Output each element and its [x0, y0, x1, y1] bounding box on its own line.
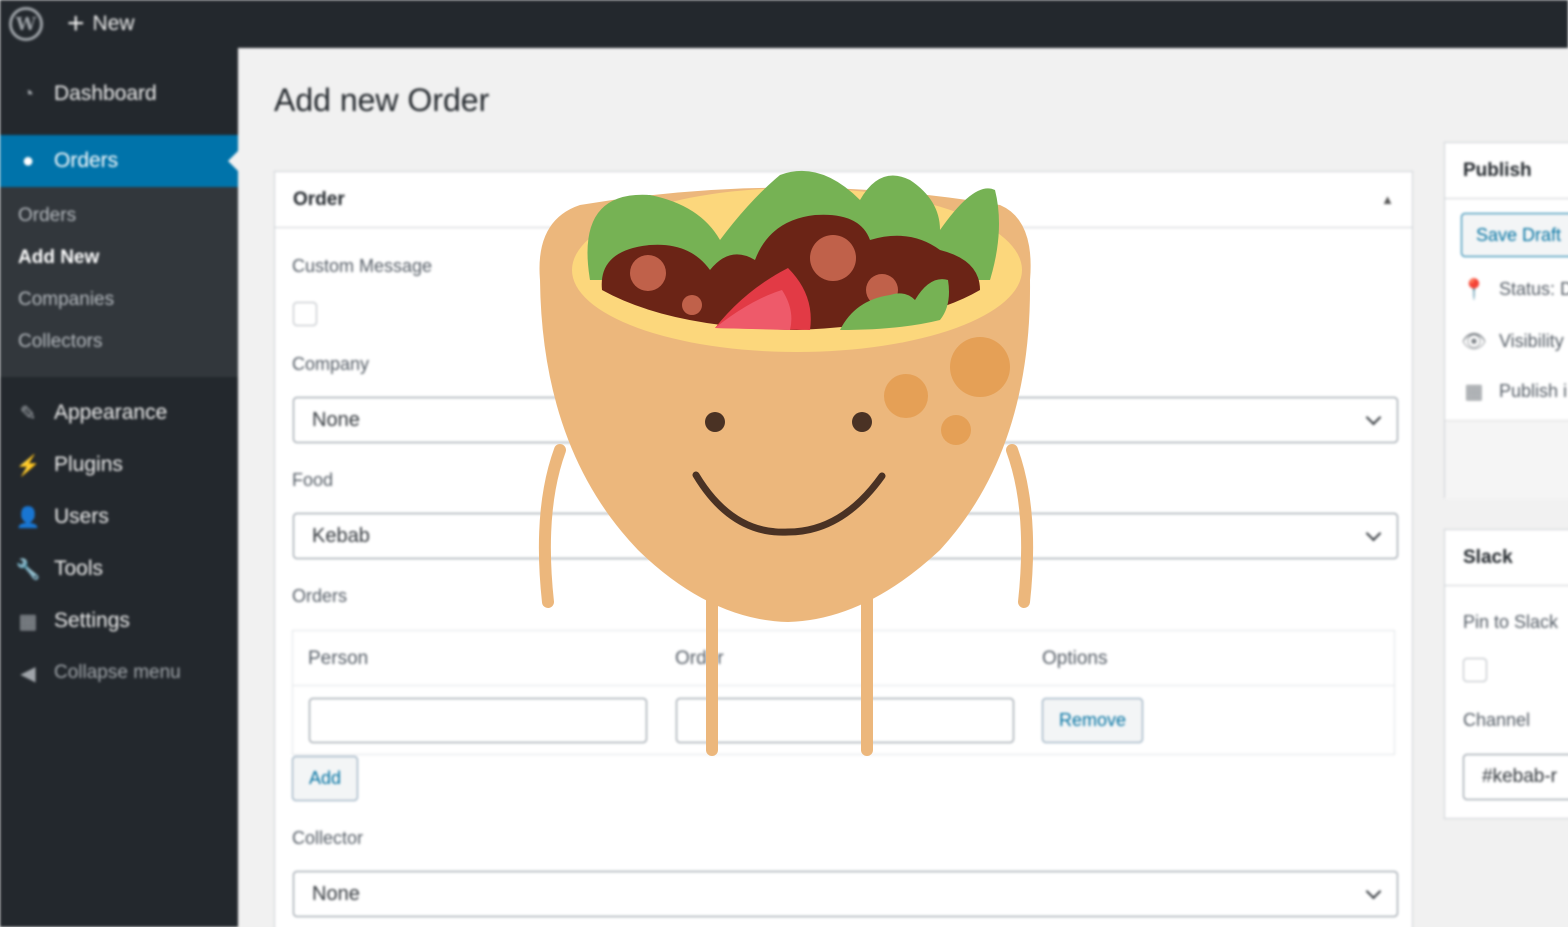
publish-actions [1445, 420, 1568, 499]
sidebar-item-dashboard[interactable]: ◔ Dashboard [0, 68, 238, 120]
sidebar-item-appearance[interactable]: ✎ Appearance [0, 387, 238, 439]
eye-icon: 👁 [1461, 331, 1487, 353]
chevron-down-icon [1365, 883, 1382, 899]
publish-metabox: Publish Save Draft 📍 Status: D 👁 Visibil… [1444, 142, 1568, 499]
chevron-down-icon [1365, 525, 1382, 541]
dashboard-icon: ◔ [21, 82, 35, 105]
company-label: Company [292, 354, 370, 374]
wrench-icon: 🔧 [15, 558, 41, 581]
pin-icon: 📍 [1461, 279, 1487, 301]
sidebar-item-plugins[interactable]: ⚡ Plugins [0, 439, 238, 491]
order-metabox-title: Order [293, 188, 345, 210]
plus-icon: + [67, 7, 85, 40]
status-row: 📍 Status: D [1461, 279, 1568, 301]
freckle [884, 374, 928, 418]
column-header-person: Person [308, 648, 369, 669]
sidebar-item-orders[interactable]: ● Orders [0, 135, 238, 187]
settings-icon: ▦ [18, 610, 38, 633]
admin-bar: W + New [0, 0, 1568, 48]
submenu-item-collectors[interactable]: Collectors [0, 321, 238, 363]
food-label: Food [292, 470, 334, 490]
save-draft-button[interactable]: Save Draft [1461, 213, 1568, 257]
new-label: New [92, 12, 135, 35]
collector-label: Collector [292, 828, 364, 848]
paintbrush-icon: ✎ [19, 402, 37, 425]
collapse-menu-button[interactable]: ◀ Collapse menu [0, 647, 238, 699]
freckle [941, 415, 971, 445]
add-row-button[interactable]: Add [292, 756, 359, 801]
meat-spot [810, 235, 856, 281]
sidebar-item-users[interactable]: 👤 Users [0, 491, 238, 543]
mascot-right-arm [1006, 444, 1034, 608]
orders-label: Orders [292, 586, 348, 606]
chevron-down-icon [1365, 409, 1382, 425]
mascot-left-eye [705, 412, 725, 432]
admin-sidebar: ◔ Dashboard ● Orders Orders Add New Comp… [0, 48, 238, 927]
publish-date-row: ▦ Publish i [1461, 379, 1568, 404]
submenu-item-orders[interactable]: Orders [0, 195, 238, 237]
mascot-right-eye [852, 412, 872, 432]
calendar-icon: ▦ [1464, 381, 1484, 403]
channel-input[interactable]: #kebab-r [1463, 754, 1568, 800]
plug-icon: ⚡ [15, 454, 41, 477]
channel-label: Channel [1463, 710, 1531, 730]
custom-message-checkbox[interactable] [293, 302, 317, 326]
kebab-bowl-mascot [538, 170, 1034, 756]
pin-to-slack-label: Pin to Slack [1463, 612, 1559, 632]
freckle [950, 337, 1010, 397]
pin-to-slack-checkbox[interactable] [1463, 658, 1487, 682]
collapse-toggle-icon[interactable]: ▲ [1381, 192, 1394, 207]
meat-spot [630, 255, 666, 291]
new-content-button[interactable]: + New [67, 9, 135, 39]
visibility-row: 👁 Visibility [1461, 331, 1564, 353]
sidebar-item-settings[interactable]: ▦ Settings [0, 595, 238, 647]
orders-submenu: Orders Add New Companies Collectors [0, 187, 238, 377]
publish-header: Publish [1445, 143, 1568, 199]
custom-message-label: Custom Message [292, 256, 433, 276]
slack-metabox: Slack Pin to Slack Channel #kebab-r [1444, 529, 1568, 819]
meat-spot [682, 295, 702, 315]
sidebar-item-tools[interactable]: 🔧 Tools [0, 543, 238, 595]
submenu-item-companies[interactable]: Companies [0, 279, 238, 321]
submenu-item-add-new[interactable]: Add New [0, 237, 238, 279]
bowl-icon: ● [21, 149, 35, 172]
collapse-arrow-icon: ◀ [20, 662, 36, 685]
mascot-left-arm [538, 444, 566, 608]
slack-header: Slack [1445, 530, 1568, 586]
collector-select[interactable]: None [293, 871, 1398, 917]
wordpress-logo-icon[interactable]: W [9, 7, 43, 41]
user-icon: 👤 [15, 506, 41, 529]
page-title: Add new Order [274, 82, 490, 118]
